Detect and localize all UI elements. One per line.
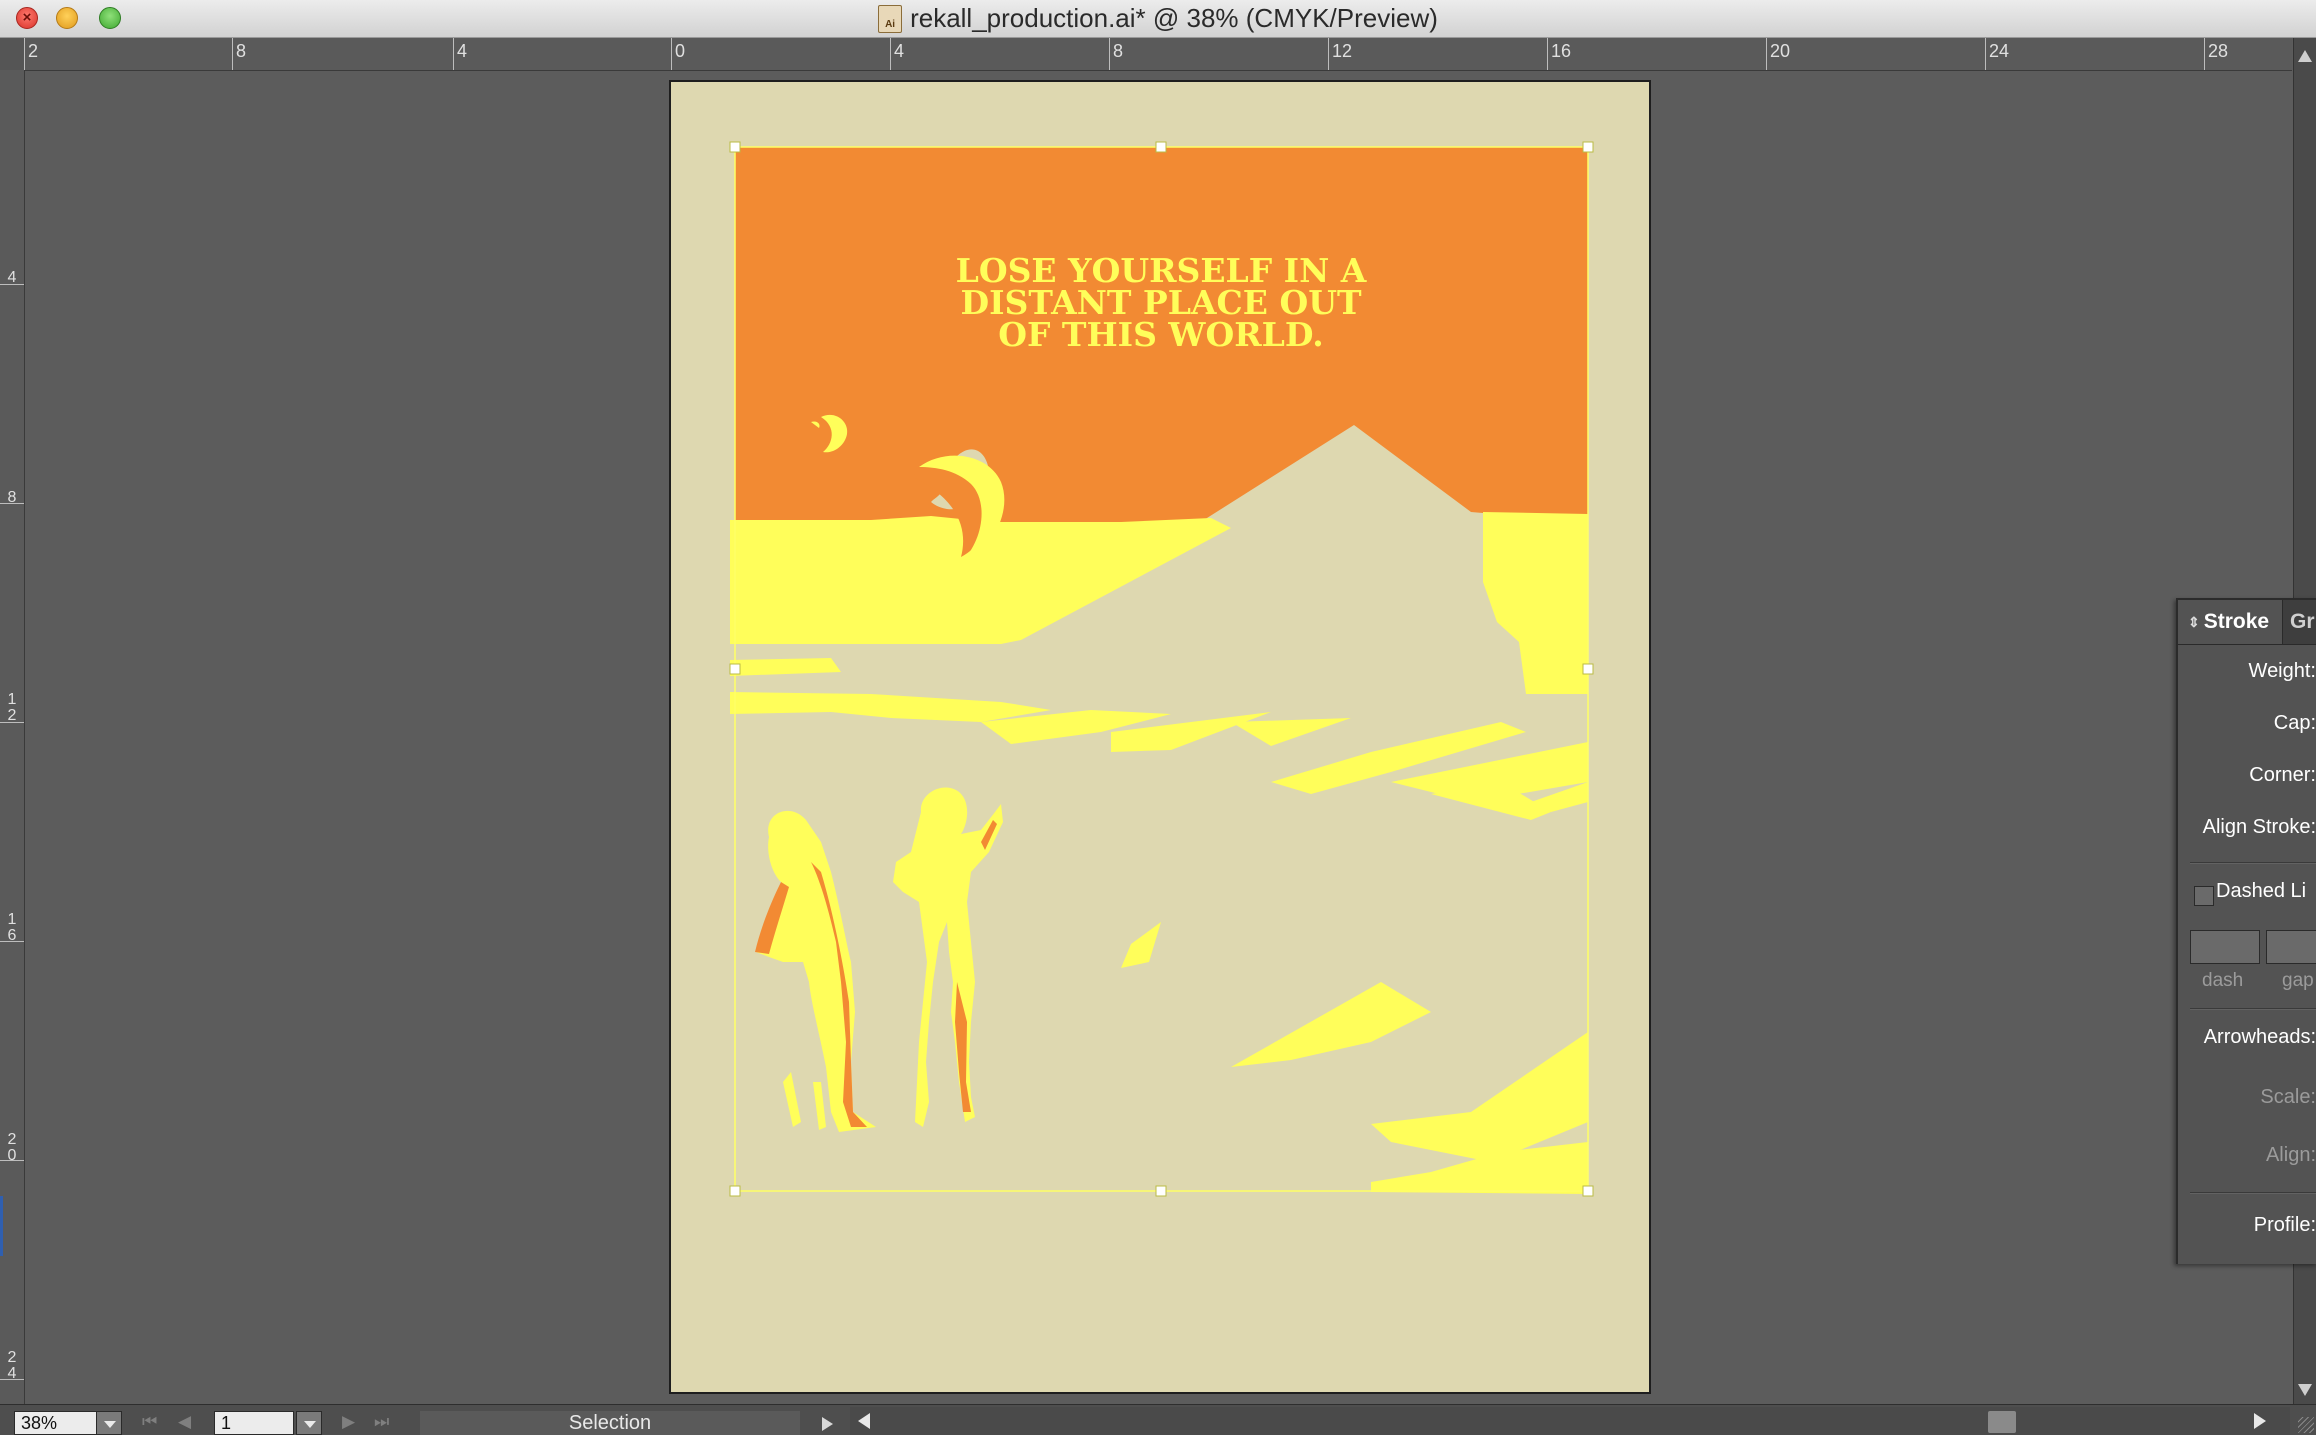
arrowheads-label: Arrowheads:	[2203, 1026, 2316, 1048]
ruler-label: 20	[7, 1131, 17, 1164]
weight-label: Weight:	[2248, 660, 2316, 682]
ruler-label: 28	[2208, 41, 2229, 61]
dash-caption: dash	[2202, 970, 2244, 991]
status-menu-arrow-icon[interactable]	[822, 1417, 833, 1431]
handle-top-center[interactable]	[1155, 141, 1167, 153]
ruler-label: 4	[7, 269, 17, 286]
dashed-line-checkbox[interactable]	[2194, 886, 2214, 906]
next-artboard-icon[interactable]: ▶	[342, 1413, 355, 1430]
zoom-level-field[interactable]: 38%	[14, 1411, 98, 1435]
tab-stroke[interactable]: ⇕ Stroke	[2178, 600, 2283, 644]
ruler-label: 12	[7, 691, 17, 724]
title-bar: × Ai rekall_production.ai* @ 38% (CMYK/P…	[0, 0, 2316, 38]
ruler-label: 8	[236, 41, 247, 61]
panel-expand-icon[interactable]: ⇕	[2188, 614, 2200, 631]
ruler-label: 16	[1551, 41, 1572, 61]
tab-stroke-label: Stroke	[2203, 610, 2270, 633]
vertical-ruler[interactable]: 4 8 12 16 20 24	[0, 70, 25, 1404]
ruler-label: 16	[7, 911, 17, 944]
artboard-dropdown-button[interactable]	[296, 1411, 322, 1435]
handle-bottom-right[interactable]	[1582, 1185, 1594, 1197]
artboard[interactable]: LOSE YOURSELF IN A DISTANT PLACE OUT OF …	[669, 80, 1651, 1394]
ruler-label: 24	[1989, 41, 2010, 61]
gap-caption: gap	[2282, 970, 2314, 991]
ruler-label: 2	[28, 41, 39, 61]
headline-line-3[interactable]: OF THIS WORLD.	[998, 315, 1324, 354]
illustrator-file-icon: Ai	[878, 4, 903, 33]
resize-grip-icon[interactable]	[2298, 1417, 2314, 1433]
ruler-label: 8	[7, 489, 17, 506]
ruler-label: 4	[457, 41, 468, 61]
dash-input[interactable]	[2190, 930, 2260, 964]
align-label: Align:	[2265, 1144, 2316, 1166]
scroll-right-icon[interactable]	[2254, 1413, 2266, 1429]
tab-gradient-label: Gr	[2290, 610, 2315, 633]
last-artboard-icon[interactable]: ⏭	[374, 1413, 389, 1430]
window-title: rekall_production.ai* @ 38% (CMYK/Previe…	[910, 3, 1438, 33]
handle-bottom-center[interactable]	[1155, 1185, 1167, 1197]
ruler-label: 24	[7, 1349, 17, 1382]
horizontal-scrollbar[interactable]	[850, 1407, 2290, 1435]
ruler-position-marker	[0, 1196, 3, 1256]
ruler-origin[interactable]	[0, 38, 25, 71]
stroke-panel: ⇕ Stroke Gr Weight: Cap: Corner: Align S…	[2176, 598, 2316, 1264]
ruler-label: 0	[675, 41, 686, 61]
panel-tab-bar: ⇕ Stroke Gr	[2178, 600, 2316, 645]
scroll-down-icon[interactable]	[2298, 1384, 2312, 1396]
align-stroke-label: Align Stroke:	[2202, 816, 2316, 838]
handle-middle-right[interactable]	[1582, 663, 1594, 675]
ruler-label: 4	[894, 41, 905, 61]
gap-input[interactable]	[2266, 930, 2316, 964]
handle-top-left[interactable]	[729, 141, 741, 153]
profile-label: Profile:	[2253, 1214, 2316, 1236]
previous-artboard-icon[interactable]: ◀	[178, 1413, 191, 1430]
ruler-label: 12	[1332, 41, 1353, 61]
tab-gradient[interactable]: Gr	[2290, 600, 2315, 644]
cap-label: Cap:	[2273, 712, 2316, 734]
first-artboard-icon[interactable]: ⏮	[142, 1413, 157, 1430]
horizontal-ruler[interactable]: 2 8 4 0 4 8 12 16 20 24 28	[24, 38, 2292, 71]
handle-middle-left[interactable]	[729, 663, 741, 675]
zoom-dropdown-button[interactable]	[96, 1411, 122, 1435]
handle-bottom-left[interactable]	[729, 1185, 741, 1197]
artboard-number-field[interactable]: 1	[214, 1411, 294, 1435]
tool-status-text[interactable]: Selection	[420, 1411, 800, 1435]
scroll-left-icon[interactable]	[858, 1413, 870, 1429]
panel-divider	[2190, 1008, 2316, 1010]
handle-top-right[interactable]	[1582, 141, 1594, 153]
horizontal-scroll-thumb[interactable]	[1988, 1411, 2016, 1433]
scale-label: Scale:	[2260, 1086, 2316, 1108]
dashed-line-label: Dashed Li	[2216, 880, 2307, 902]
corner-label: Corner:	[2249, 764, 2316, 786]
scroll-up-icon[interactable]	[2298, 50, 2312, 62]
panel-divider	[2190, 1192, 2316, 1194]
ruler-label: 8	[1113, 41, 1124, 61]
status-bar: 38% ⏮ ◀ 1 ▶ ⏭ Selection	[0, 1404, 2316, 1435]
panel-divider	[2190, 862, 2316, 864]
ruler-label: 20	[1770, 41, 1791, 61]
poster-artwork[interactable]: LOSE YOURSELF IN A DISTANT PLACE OUT OF …	[671, 82, 1653, 1396]
